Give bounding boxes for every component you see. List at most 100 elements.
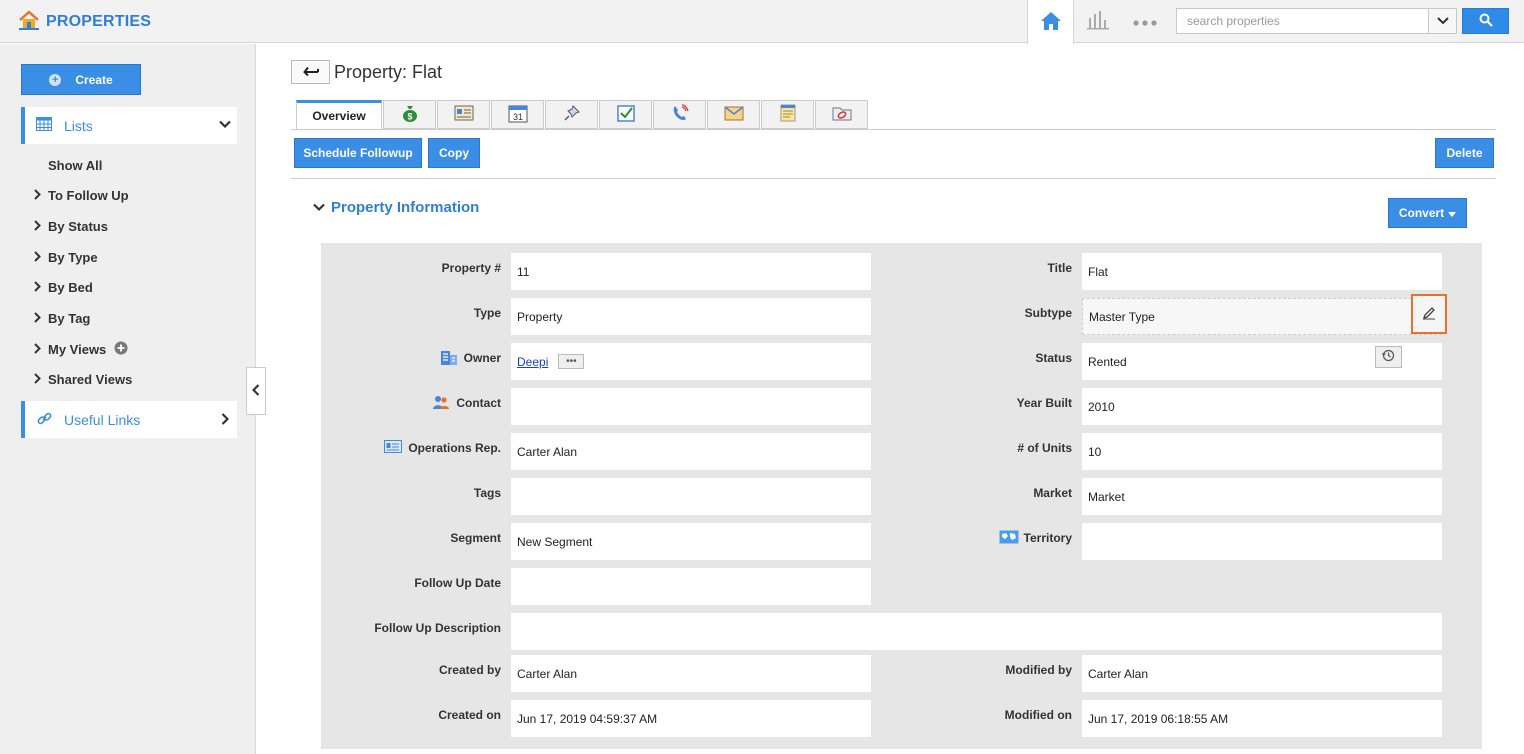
sidebar-item-by-status[interactable]: By Status (34, 219, 108, 234)
search-dropdown-button[interactable] (1428, 9, 1456, 33)
page-title: Property: Flat (334, 62, 443, 82)
followup-date-value[interactable] (511, 568, 871, 605)
section-title: Property Information (331, 199, 480, 216)
sidebar-item-to-follow-up[interactable]: To Follow Up (34, 188, 129, 203)
field-label: Created on (438, 708, 501, 722)
sidebar-item-my-views[interactable]: My Views (34, 341, 128, 358)
chevron-down-icon (1436, 14, 1449, 28)
lists-panel[interactable]: Lists (21, 107, 237, 144)
chevron-down-icon (313, 201, 325, 215)
home-button[interactable] (1027, 0, 1074, 44)
sidebar-item-by-tag[interactable]: By Tag (34, 311, 90, 326)
history-clock-icon (1382, 349, 1395, 365)
chevron-right-icon (34, 188, 44, 203)
chevron-right-icon (34, 311, 44, 326)
owner-field: Deepi ••• (511, 343, 871, 380)
copy-button[interactable]: Copy (428, 138, 480, 168)
delete-button[interactable]: Delete (1435, 138, 1494, 168)
status-history-button[interactable] (1375, 346, 1402, 368)
pin-icon (563, 104, 581, 125)
link-icon (37, 411, 52, 429)
chevron-right-icon (34, 372, 44, 387)
home-icon (1040, 11, 1062, 34)
type-value[interactable]: Property (511, 298, 871, 335)
tabs-divider (291, 129, 1496, 130)
operations-rep-label-wrap: Operations Rep. (330, 437, 501, 459)
card-list-icon (454, 105, 474, 124)
sidebar-item-by-bed[interactable]: By Bed (34, 280, 93, 295)
year-built-value[interactable]: 2010 (1082, 388, 1442, 425)
property-number-value[interactable]: 11 (511, 253, 871, 290)
search-button[interactable] (1462, 8, 1509, 34)
field-label: Owner (463, 351, 501, 365)
more-button[interactable] (1121, 0, 1168, 43)
schedule-followup-button[interactable]: Schedule Followup (294, 138, 422, 168)
field-label: Type (473, 306, 501, 320)
tab-calendar[interactable]: 31 (491, 100, 544, 129)
contact-label-wrap: Contact (330, 392, 501, 414)
envelope-icon (724, 105, 744, 124)
collapse-sidebar-button[interactable] (246, 367, 266, 415)
contact-value[interactable] (511, 388, 871, 425)
add-view-icon[interactable] (114, 341, 128, 358)
subtype-value[interactable]: Master Type (1082, 298, 1442, 335)
convert-button[interactable]: Convert (1388, 198, 1467, 228)
territory-value[interactable] (1082, 523, 1442, 560)
building-icon (440, 348, 458, 369)
tags-value[interactable] (511, 478, 871, 515)
map-icon (999, 530, 1019, 547)
actions-divider (291, 178, 1496, 179)
units-value[interactable]: 10 (1082, 433, 1442, 470)
section-header[interactable]: Property Information (313, 199, 479, 216)
chevron-down-icon (219, 118, 231, 132)
tab-notes[interactable] (761, 100, 814, 129)
operations-rep-value[interactable]: Carter Alan (511, 433, 871, 470)
search-icon (1479, 13, 1493, 30)
sidebar-item-label: By Tag (48, 311, 91, 326)
market-value[interactable]: Market (1082, 478, 1442, 515)
field-label: Subtype (1024, 306, 1072, 320)
sidebar-item-label: Shared Views (48, 372, 133, 387)
sidebar-item-label: My Views (48, 342, 107, 357)
tab-details[interactable] (437, 100, 490, 129)
owner-link[interactable]: Deepi (517, 355, 548, 369)
owner-label-wrap: Owner (330, 347, 501, 369)
app-logo[interactable]: PROPERTIES (18, 9, 151, 34)
useful-links-panel[interactable]: Useful Links (21, 401, 237, 438)
sidebar-item-shared-views[interactable]: Shared Views (34, 372, 132, 387)
sidebar-item-label: By Type (48, 250, 98, 265)
title-value[interactable]: Flat (1082, 253, 1442, 290)
tab-calls[interactable] (653, 100, 706, 129)
app-title: PROPERTIES (46, 12, 152, 30)
ellipsis-icon (1132, 15, 1157, 29)
phone-icon (671, 104, 689, 125)
segment-value[interactable]: New Segment (511, 523, 871, 560)
create-button[interactable]: + Create (21, 64, 141, 95)
tab-finance[interactable]: $ (383, 100, 436, 129)
edit-subtype-button[interactable] (1411, 294, 1447, 334)
bar-chart-icon (1086, 10, 1109, 33)
back-button[interactable] (291, 60, 330, 84)
sidebar-item-label: By Status (48, 219, 108, 234)
field-label: Operations Rep. (408, 441, 501, 455)
back-arrow-icon (302, 65, 319, 79)
tab-attachments[interactable] (815, 100, 868, 129)
create-label: Create (75, 72, 113, 87)
owner-more-button[interactable]: ••• (558, 354, 585, 369)
tab-tasks[interactable] (599, 100, 652, 129)
field-label: Contact (456, 396, 501, 410)
sidebar-item-by-type[interactable]: By Type (34, 250, 98, 265)
sidebar-item-show-all[interactable]: Show All (48, 158, 102, 173)
field-label: # of Units (1017, 441, 1072, 455)
search-input[interactable] (1177, 9, 1428, 33)
lists-label: Lists (64, 117, 93, 134)
reports-button[interactable] (1074, 0, 1121, 43)
tab-email[interactable] (707, 100, 760, 129)
tab-overview[interactable]: Overview (296, 100, 382, 130)
caret-down-icon (1448, 206, 1457, 220)
field-label: Modified on (1004, 708, 1072, 722)
sidebar-item-label: By Bed (48, 280, 93, 295)
field-label: Follow Up Date (414, 576, 501, 590)
tab-pin[interactable] (545, 100, 598, 129)
followup-description-value[interactable] (511, 613, 1442, 650)
